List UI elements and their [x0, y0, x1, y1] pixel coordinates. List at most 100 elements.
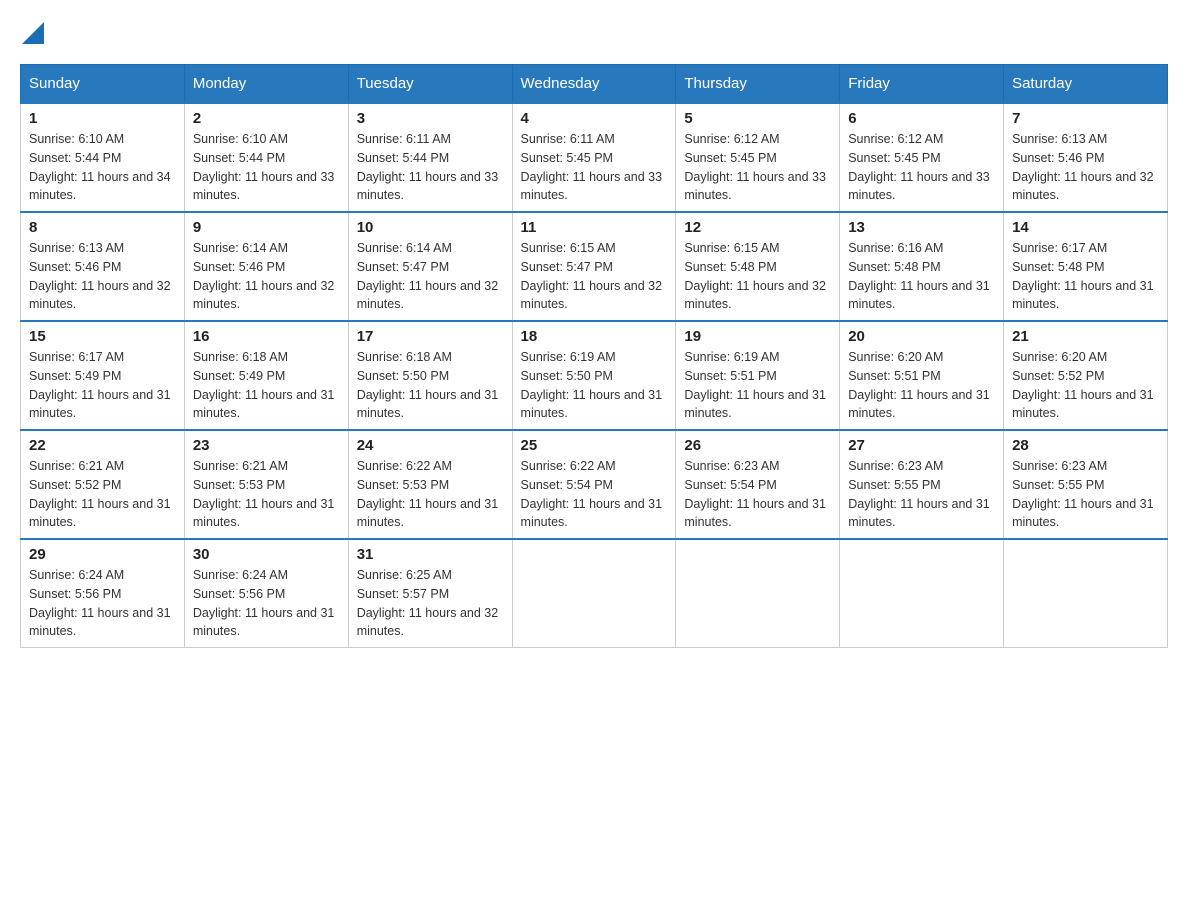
day-number: 6: [848, 110, 995, 127]
calendar-cell: 11 Sunrise: 6:15 AMSunset: 5:47 PMDaylig…: [512, 212, 676, 321]
day-number: 16: [193, 328, 340, 345]
day-info: Sunrise: 6:12 AMSunset: 5:45 PMDaylight:…: [848, 130, 995, 205]
calendar-cell: 12 Sunrise: 6:15 AMSunset: 5:48 PMDaylig…: [676, 212, 840, 321]
calendar-cell: 4 Sunrise: 6:11 AMSunset: 5:45 PMDayligh…: [512, 103, 676, 212]
calendar-cell: 19 Sunrise: 6:19 AMSunset: 5:51 PMDaylig…: [676, 321, 840, 430]
day-number: 14: [1012, 219, 1159, 236]
calendar-cell: [1004, 539, 1168, 648]
day-info: Sunrise: 6:23 AMSunset: 5:54 PMDaylight:…: [684, 457, 831, 532]
day-number: 18: [521, 328, 668, 345]
week-row-3: 15 Sunrise: 6:17 AMSunset: 5:49 PMDaylig…: [21, 321, 1168, 430]
header-tuesday: Tuesday: [348, 65, 512, 104]
day-info: Sunrise: 6:11 AMSunset: 5:45 PMDaylight:…: [521, 130, 668, 205]
day-number: 2: [193, 110, 340, 127]
calendar-cell: 6 Sunrise: 6:12 AMSunset: 5:45 PMDayligh…: [840, 103, 1004, 212]
day-number: 9: [193, 219, 340, 236]
calendar-cell: [840, 539, 1004, 648]
calendar-cell: 20 Sunrise: 6:20 AMSunset: 5:51 PMDaylig…: [840, 321, 1004, 430]
day-info: Sunrise: 6:10 AMSunset: 5:44 PMDaylight:…: [29, 130, 176, 205]
week-row-4: 22 Sunrise: 6:21 AMSunset: 5:52 PMDaylig…: [21, 430, 1168, 539]
calendar-cell: 17 Sunrise: 6:18 AMSunset: 5:50 PMDaylig…: [348, 321, 512, 430]
calendar-cell: 2 Sunrise: 6:10 AMSunset: 5:44 PMDayligh…: [184, 103, 348, 212]
logo-triangle-icon: [22, 22, 44, 44]
calendar-cell: 23 Sunrise: 6:21 AMSunset: 5:53 PMDaylig…: [184, 430, 348, 539]
day-number: 20: [848, 328, 995, 345]
calendar-cell: [512, 539, 676, 648]
day-info: Sunrise: 6:17 AMSunset: 5:48 PMDaylight:…: [1012, 239, 1159, 314]
calendar-cell: 24 Sunrise: 6:22 AMSunset: 5:53 PMDaylig…: [348, 430, 512, 539]
day-number: 26: [684, 437, 831, 454]
calendar-cell: 14 Sunrise: 6:17 AMSunset: 5:48 PMDaylig…: [1004, 212, 1168, 321]
days-header-row: SundayMondayTuesdayWednesdayThursdayFrid…: [21, 65, 1168, 104]
calendar-cell: 30 Sunrise: 6:24 AMSunset: 5:56 PMDaylig…: [184, 539, 348, 648]
calendar-cell: 18 Sunrise: 6:19 AMSunset: 5:50 PMDaylig…: [512, 321, 676, 430]
day-number: 23: [193, 437, 340, 454]
logo: [20, 20, 44, 44]
day-info: Sunrise: 6:21 AMSunset: 5:53 PMDaylight:…: [193, 457, 340, 532]
calendar-table: SundayMondayTuesdayWednesdayThursdayFrid…: [20, 64, 1168, 648]
day-info: Sunrise: 6:13 AMSunset: 5:46 PMDaylight:…: [1012, 130, 1159, 205]
day-number: 4: [521, 110, 668, 127]
day-info: Sunrise: 6:18 AMSunset: 5:50 PMDaylight:…: [357, 348, 504, 423]
calendar-cell: 9 Sunrise: 6:14 AMSunset: 5:46 PMDayligh…: [184, 212, 348, 321]
calendar-cell: 5 Sunrise: 6:12 AMSunset: 5:45 PMDayligh…: [676, 103, 840, 212]
calendar-cell: 1 Sunrise: 6:10 AMSunset: 5:44 PMDayligh…: [21, 103, 185, 212]
day-number: 12: [684, 219, 831, 236]
day-number: 22: [29, 437, 176, 454]
day-info: Sunrise: 6:24 AMSunset: 5:56 PMDaylight:…: [29, 566, 176, 641]
day-info: Sunrise: 6:23 AMSunset: 5:55 PMDaylight:…: [848, 457, 995, 532]
calendar-cell: 22 Sunrise: 6:21 AMSunset: 5:52 PMDaylig…: [21, 430, 185, 539]
day-info: Sunrise: 6:10 AMSunset: 5:44 PMDaylight:…: [193, 130, 340, 205]
day-number: 28: [1012, 437, 1159, 454]
day-info: Sunrise: 6:19 AMSunset: 5:51 PMDaylight:…: [684, 348, 831, 423]
day-info: Sunrise: 6:24 AMSunset: 5:56 PMDaylight:…: [193, 566, 340, 641]
day-info: Sunrise: 6:14 AMSunset: 5:47 PMDaylight:…: [357, 239, 504, 314]
calendar-cell: 16 Sunrise: 6:18 AMSunset: 5:49 PMDaylig…: [184, 321, 348, 430]
day-info: Sunrise: 6:15 AMSunset: 5:48 PMDaylight:…: [684, 239, 831, 314]
calendar-cell: 13 Sunrise: 6:16 AMSunset: 5:48 PMDaylig…: [840, 212, 1004, 321]
day-number: 24: [357, 437, 504, 454]
day-info: Sunrise: 6:25 AMSunset: 5:57 PMDaylight:…: [357, 566, 504, 641]
calendar-cell: 21 Sunrise: 6:20 AMSunset: 5:52 PMDaylig…: [1004, 321, 1168, 430]
calendar-cell: 8 Sunrise: 6:13 AMSunset: 5:46 PMDayligh…: [21, 212, 185, 321]
day-info: Sunrise: 6:12 AMSunset: 5:45 PMDaylight:…: [684, 130, 831, 205]
day-number: 31: [357, 546, 504, 563]
day-number: 8: [29, 219, 176, 236]
page-header: [20, 20, 1168, 44]
day-info: Sunrise: 6:14 AMSunset: 5:46 PMDaylight:…: [193, 239, 340, 314]
calendar-cell: 3 Sunrise: 6:11 AMSunset: 5:44 PMDayligh…: [348, 103, 512, 212]
header-saturday: Saturday: [1004, 65, 1168, 104]
header-friday: Friday: [840, 65, 1004, 104]
day-number: 25: [521, 437, 668, 454]
week-row-5: 29 Sunrise: 6:24 AMSunset: 5:56 PMDaylig…: [21, 539, 1168, 648]
day-number: 21: [1012, 328, 1159, 345]
day-info: Sunrise: 6:19 AMSunset: 5:50 PMDaylight:…: [521, 348, 668, 423]
calendar-cell: 7 Sunrise: 6:13 AMSunset: 5:46 PMDayligh…: [1004, 103, 1168, 212]
calendar-cell: 27 Sunrise: 6:23 AMSunset: 5:55 PMDaylig…: [840, 430, 1004, 539]
day-number: 10: [357, 219, 504, 236]
day-number: 7: [1012, 110, 1159, 127]
day-info: Sunrise: 6:22 AMSunset: 5:54 PMDaylight:…: [521, 457, 668, 532]
day-number: 17: [357, 328, 504, 345]
day-info: Sunrise: 6:16 AMSunset: 5:48 PMDaylight:…: [848, 239, 995, 314]
calendar-cell: 31 Sunrise: 6:25 AMSunset: 5:57 PMDaylig…: [348, 539, 512, 648]
day-info: Sunrise: 6:13 AMSunset: 5:46 PMDaylight:…: [29, 239, 176, 314]
week-row-2: 8 Sunrise: 6:13 AMSunset: 5:46 PMDayligh…: [21, 212, 1168, 321]
day-number: 19: [684, 328, 831, 345]
calendar-cell: [676, 539, 840, 648]
day-info: Sunrise: 6:20 AMSunset: 5:51 PMDaylight:…: [848, 348, 995, 423]
day-number: 30: [193, 546, 340, 563]
day-info: Sunrise: 6:22 AMSunset: 5:53 PMDaylight:…: [357, 457, 504, 532]
calendar-cell: 29 Sunrise: 6:24 AMSunset: 5:56 PMDaylig…: [21, 539, 185, 648]
week-row-1: 1 Sunrise: 6:10 AMSunset: 5:44 PMDayligh…: [21, 103, 1168, 212]
header-wednesday: Wednesday: [512, 65, 676, 104]
header-sunday: Sunday: [21, 65, 185, 104]
calendar-cell: 28 Sunrise: 6:23 AMSunset: 5:55 PMDaylig…: [1004, 430, 1168, 539]
header-thursday: Thursday: [676, 65, 840, 104]
day-number: 29: [29, 546, 176, 563]
day-number: 5: [684, 110, 831, 127]
day-info: Sunrise: 6:17 AMSunset: 5:49 PMDaylight:…: [29, 348, 176, 423]
calendar-header: SundayMondayTuesdayWednesdayThursdayFrid…: [21, 65, 1168, 104]
calendar-cell: 10 Sunrise: 6:14 AMSunset: 5:47 PMDaylig…: [348, 212, 512, 321]
calendar-cell: 25 Sunrise: 6:22 AMSunset: 5:54 PMDaylig…: [512, 430, 676, 539]
